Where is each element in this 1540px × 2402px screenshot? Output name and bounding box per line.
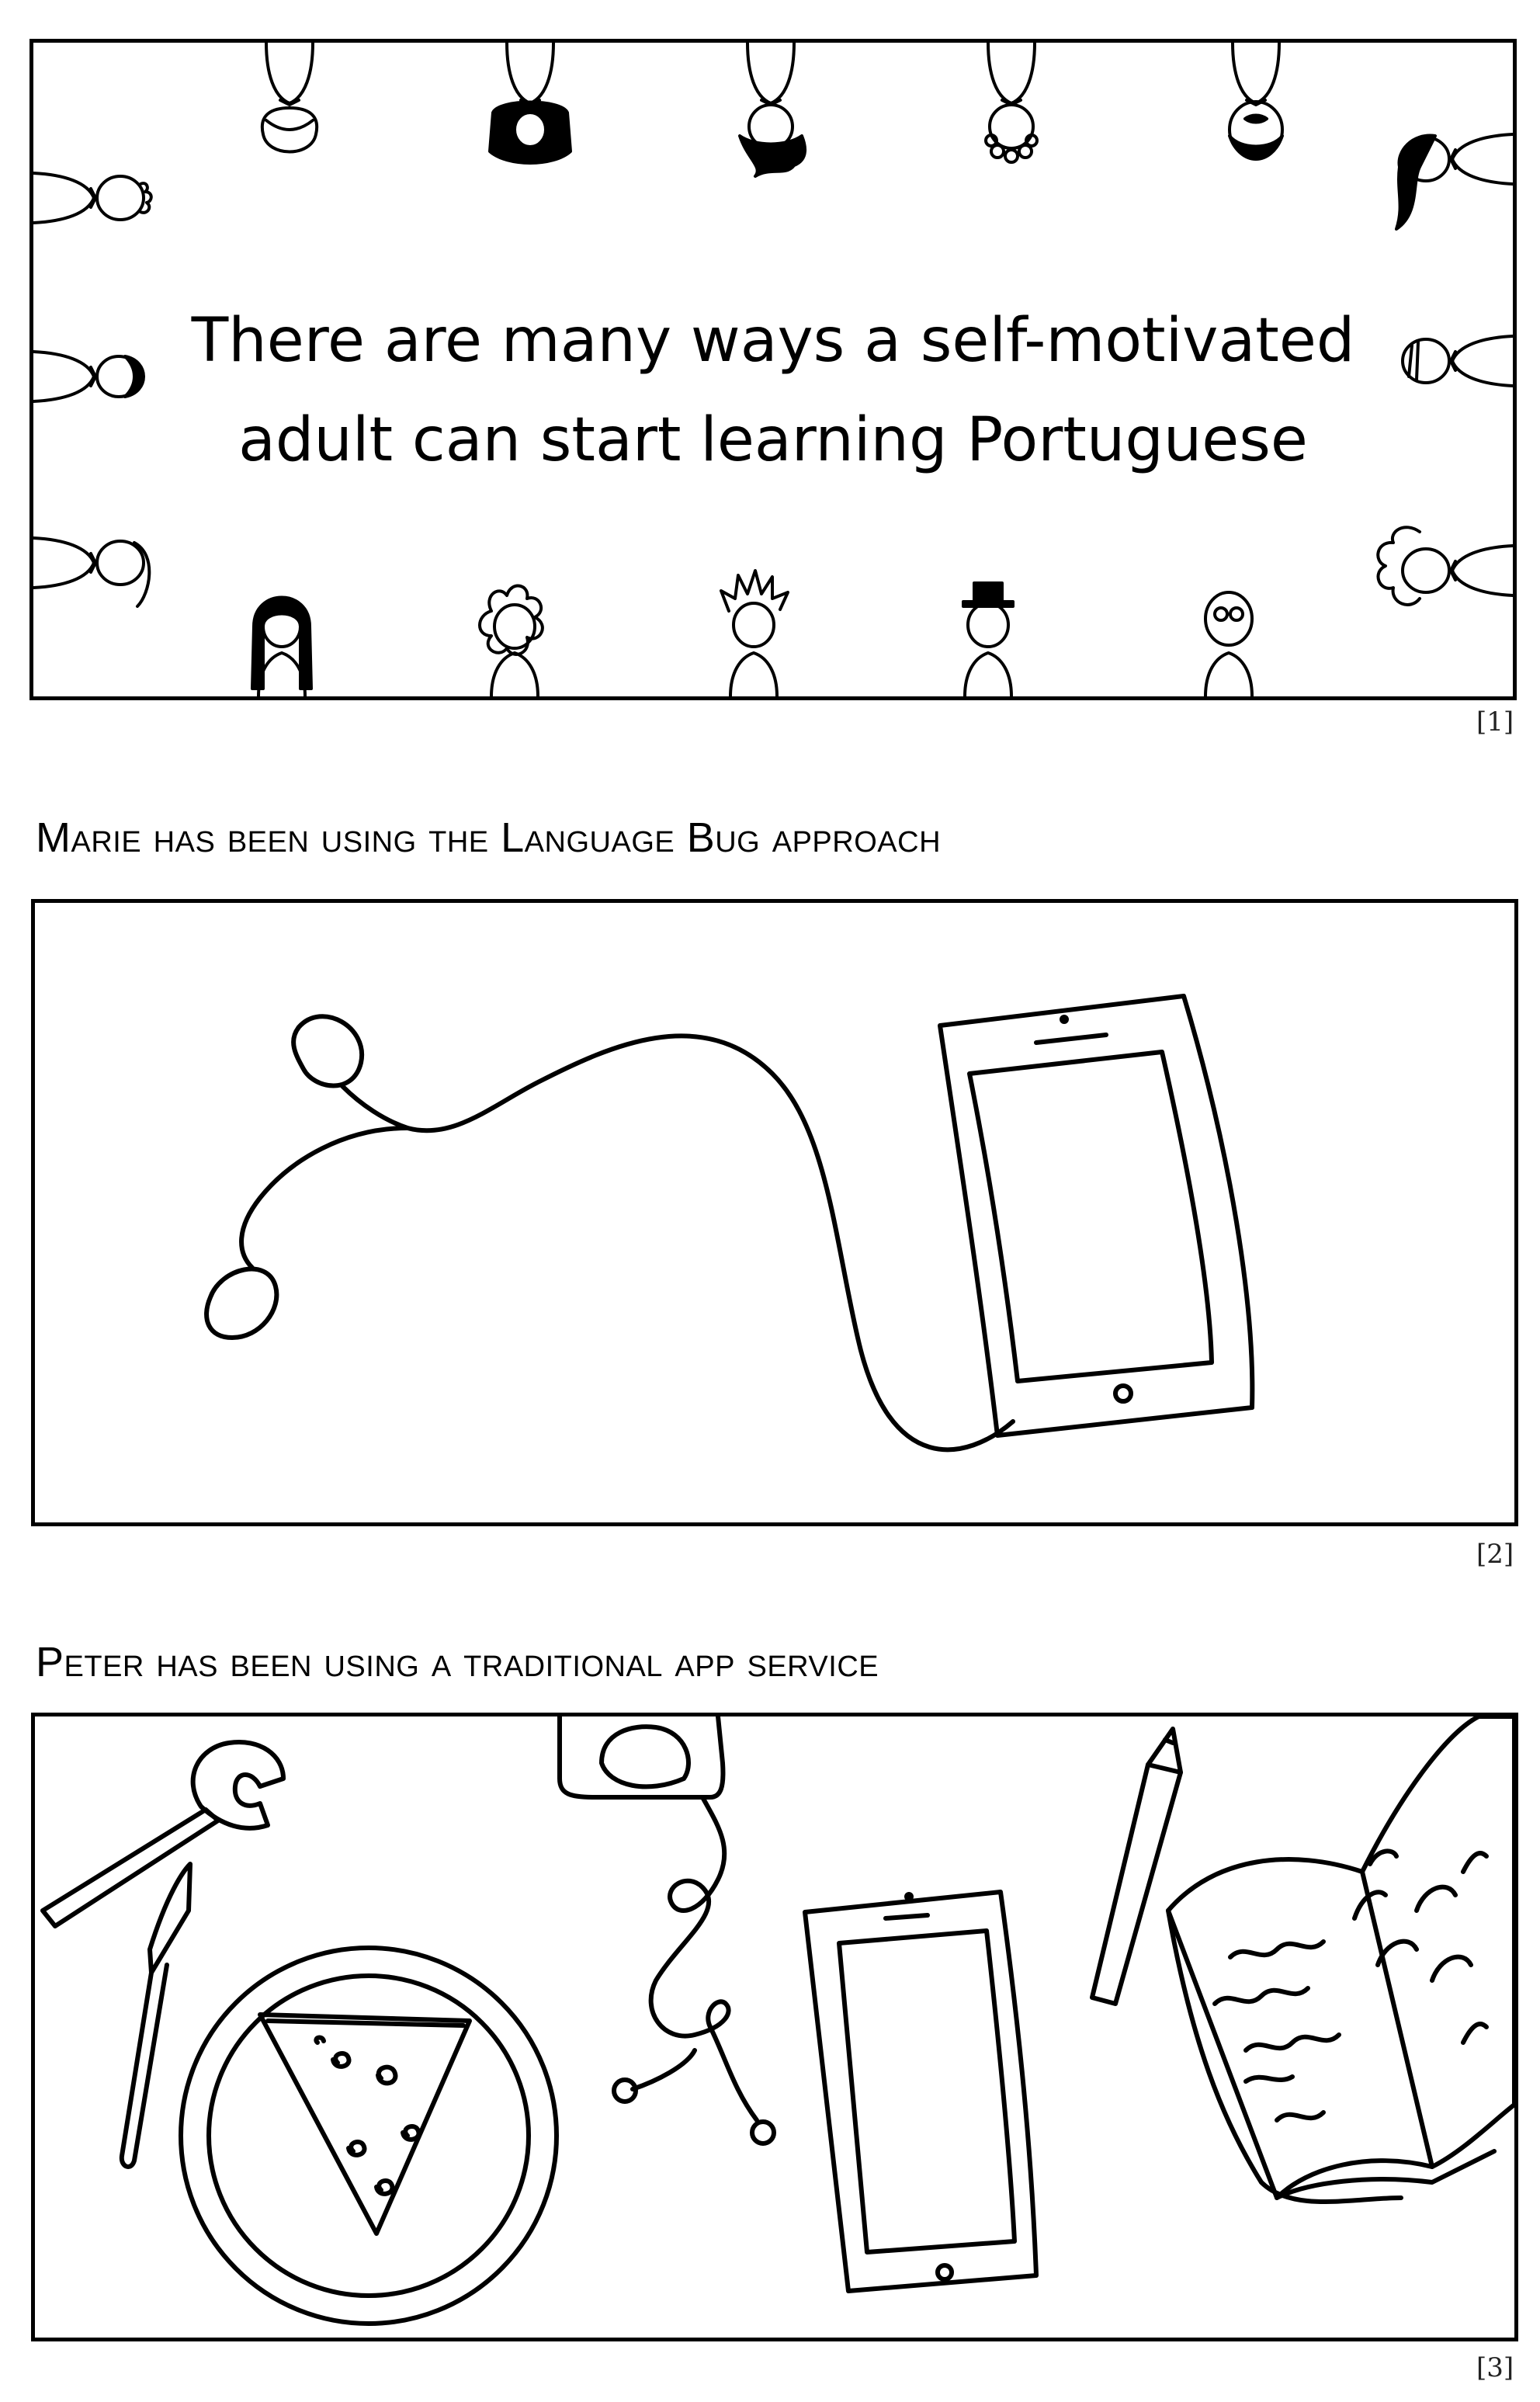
headline-line-2: adult can start learning Portuguese <box>238 405 1308 475</box>
panel-2-caption: Marie has been using the Language Bug ap… <box>36 814 942 861</box>
person-top-2 <box>488 43 572 165</box>
panel-3-caption: Peter has been using a traditional app s… <box>36 1639 879 1685</box>
person-bottom-4 <box>962 581 1015 696</box>
earphones-tablet-illustration <box>204 994 1255 1453</box>
person-left-3 <box>33 536 151 608</box>
person-bottom-1 <box>251 595 313 696</box>
panel-1: There are many ways a self-motivated adu… <box>29 39 1517 700</box>
person-bottom-2 <box>478 584 544 696</box>
plate-icon <box>179 1946 559 2326</box>
person-right-3 <box>1376 526 1513 606</box>
desk-illustration <box>40 1716 1514 2326</box>
person-top-4 <box>984 43 1039 164</box>
person-bottom-3 <box>720 569 789 696</box>
person-right-1 <box>1395 133 1513 231</box>
pencil-icon <box>1090 1727 1183 2006</box>
headline-line-1: There are many ways a self-motivated <box>191 306 1355 376</box>
person-top-1 <box>260 43 319 154</box>
panel-number-1: [1] <box>1476 706 1514 738</box>
panel-number-3: [3] <box>1476 2352 1514 2383</box>
earbud-bottom-icon <box>204 1266 279 1340</box>
open-book-icon <box>1166 1716 1514 2204</box>
person-bottom-5 <box>1204 591 1254 696</box>
tablet-icon <box>803 1890 1039 2293</box>
tablet-icon <box>938 994 1255 1438</box>
pizza-slice-icon <box>258 2012 472 2236</box>
earbud-top-icon <box>291 1014 365 1088</box>
panel-number-2: [2] <box>1476 1539 1514 1570</box>
panel-2 <box>31 899 1518 1526</box>
panel-3 <box>31 1713 1518 2341</box>
earphone-cable-branch <box>239 1126 410 1270</box>
earphones-icon <box>557 1716 776 2146</box>
person-top-3 <box>738 43 806 178</box>
person-left-1 <box>33 172 153 224</box>
earphone-cable <box>340 1033 1015 1453</box>
fork-icon <box>40 1740 286 1928</box>
person-top-5 <box>1228 43 1284 161</box>
